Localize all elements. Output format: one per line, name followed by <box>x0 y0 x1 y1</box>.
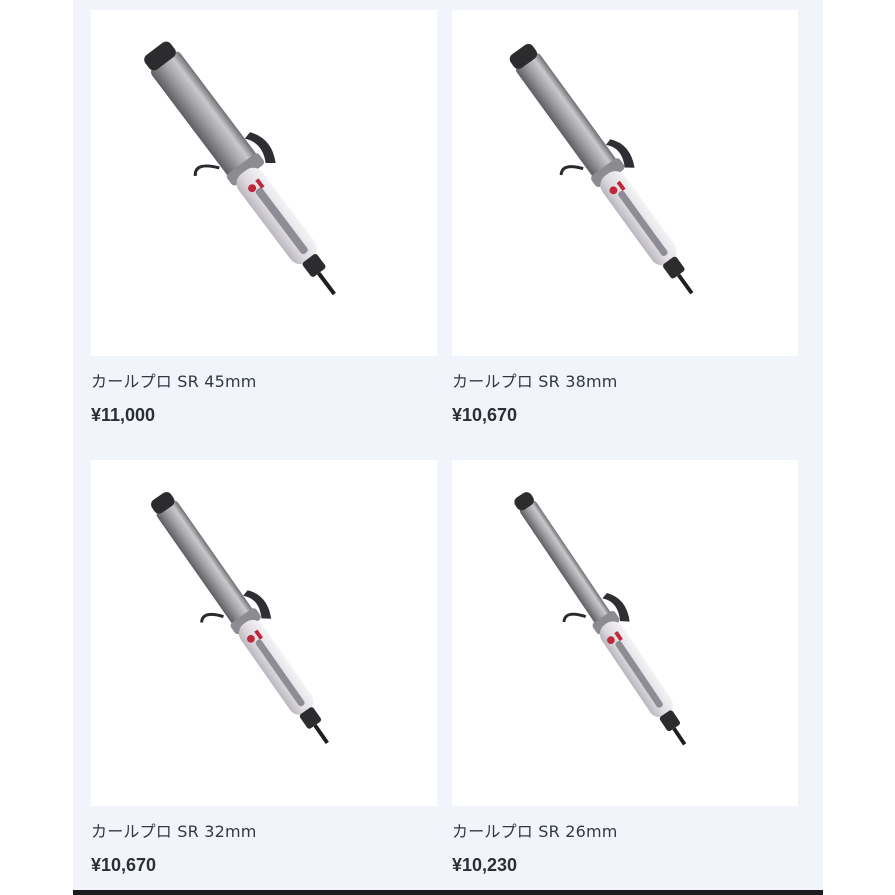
bottom-divider <box>73 890 823 895</box>
curling-iron-26mm <box>514 492 687 746</box>
product-name[interactable]: カールプロ SR 45mm <box>91 368 437 392</box>
product-image[interactable] <box>91 10 437 356</box>
product-card[interactable]: カールプロ SR 45mm ¥11,000 <box>91 10 437 426</box>
product-name[interactable]: カールプロ SR 38mm <box>452 368 798 392</box>
product-price: ¥11,000 <box>91 405 156 425</box>
product-name[interactable]: カールプロ SR 32mm <box>91 818 437 842</box>
product-card[interactable]: カールプロ SR 26mm ¥10,230 <box>452 460 798 876</box>
product-card[interactable]: カールプロ SR 38mm ¥10,670 <box>452 10 798 426</box>
product-name[interactable]: カールプロ SR 26mm <box>452 818 798 842</box>
product-price: ¥10,230 <box>452 855 518 875</box>
product-price: ¥10,670 <box>452 405 518 425</box>
curling-iron-32mm <box>151 492 329 744</box>
curling-iron-45mm <box>144 41 336 296</box>
product-image[interactable] <box>91 460 437 806</box>
product-image[interactable] <box>452 10 798 356</box>
curling-iron-38mm <box>509 43 694 295</box>
product-card[interactable]: カールプロ SR 32mm ¥10,670 <box>91 460 437 876</box>
product-image[interactable] <box>452 460 798 806</box>
product-price: ¥10,670 <box>91 855 157 875</box>
